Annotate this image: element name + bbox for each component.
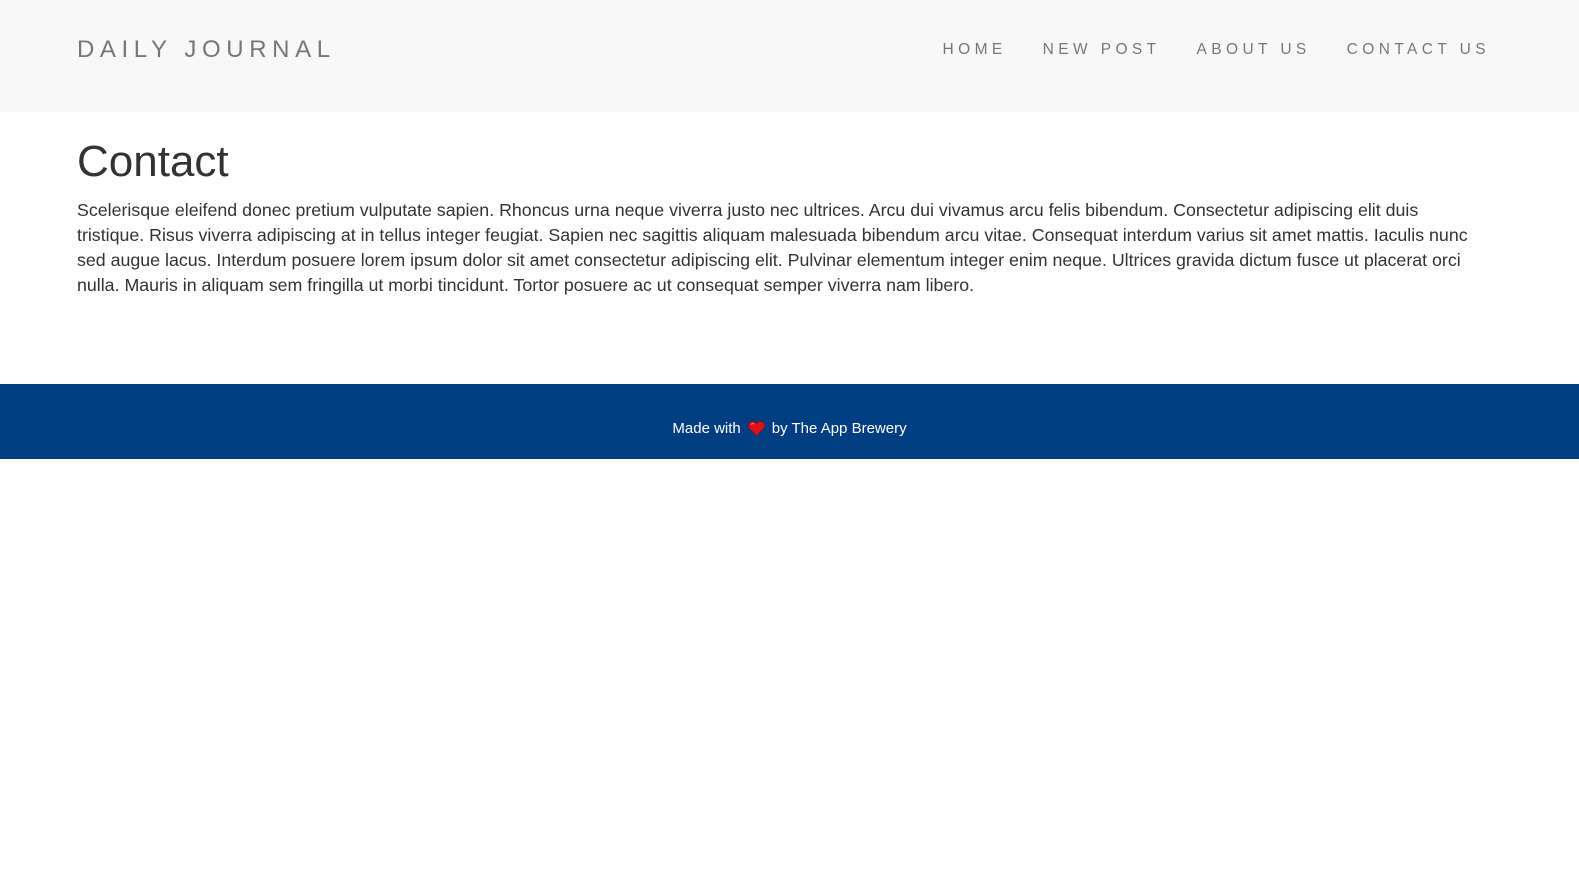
nav-link-contact-us[interactable]: CONTACT US xyxy=(1347,41,1490,58)
body-paragraph: Scelerisque eleifend donec pretium vulpu… xyxy=(77,200,1468,295)
footer: Made with by The App Brewery xyxy=(0,384,1579,459)
nav-item-home: HOME xyxy=(943,41,1007,59)
navbar: DAILY JOURNAL HOME NEW POST ABOUT US CON… xyxy=(0,0,1579,112)
nav-link-new-post[interactable]: NEW POST xyxy=(1043,41,1161,58)
footer-suffix: by The App Brewery xyxy=(771,420,907,437)
nav-links: HOME NEW POST ABOUT US CONTACT US xyxy=(943,41,1490,59)
nav-link-home[interactable]: HOME xyxy=(943,41,1007,58)
heart-icon xyxy=(747,421,765,436)
brand-logo[interactable]: DAILY JOURNAL xyxy=(77,36,336,64)
footer-prefix: Made with xyxy=(672,420,741,437)
nav-item-about-us: ABOUT US xyxy=(1197,41,1311,59)
nav-link-about-us[interactable]: ABOUT US xyxy=(1197,41,1311,58)
page-title: Contact xyxy=(77,137,229,186)
main-content: Contact Scelerisque eleifend donec preti… xyxy=(77,136,1477,298)
nav-item-new-post: NEW POST xyxy=(1043,41,1161,59)
nav-item-contact-us: CONTACT US xyxy=(1347,41,1490,59)
footer-credit: Made with by The App Brewery xyxy=(672,420,906,437)
